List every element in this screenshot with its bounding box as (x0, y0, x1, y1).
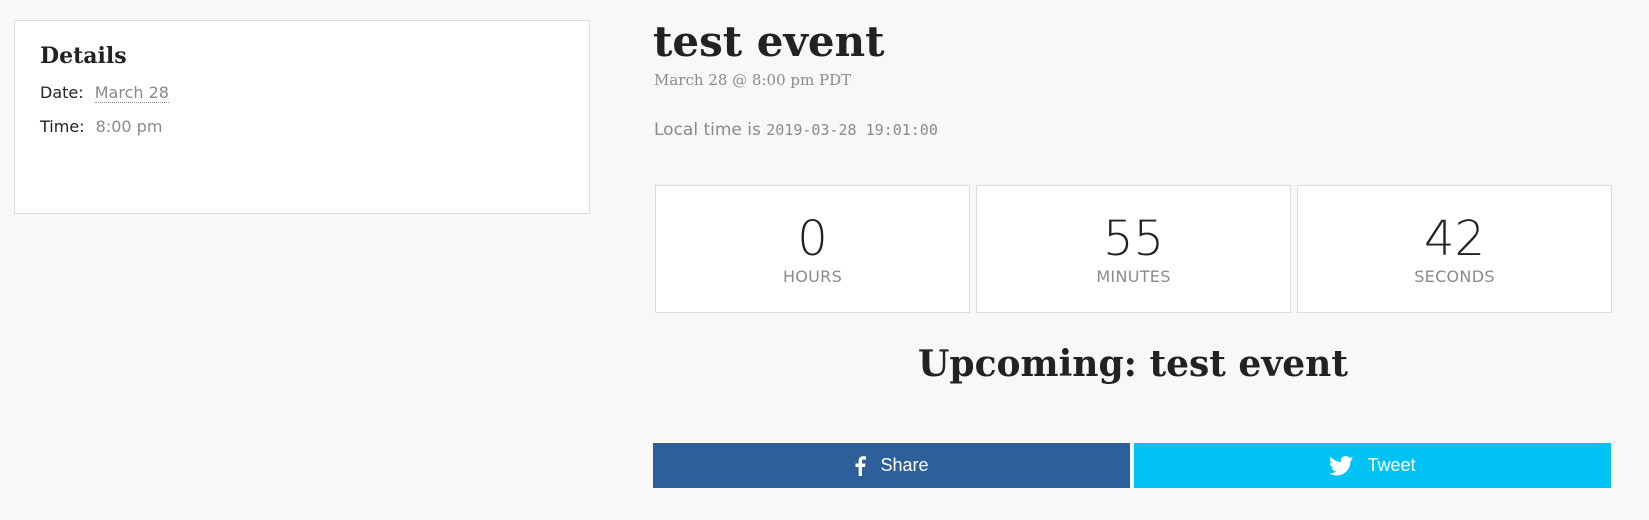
twitter-icon (1329, 455, 1354, 476)
hours-value: 0 (797, 210, 828, 267)
facebook-share-label: Share (880, 455, 929, 475)
event-title: test event (653, 17, 885, 66)
seconds-label: SECONDS (1414, 266, 1495, 286)
facebook-icon (854, 455, 867, 476)
hours-label: HOURS (782, 266, 843, 286)
local-time: Local time is 2019-03-28 19:01:00 (654, 120, 938, 140)
countdown-hours: 0 HOURS (655, 185, 970, 313)
local-time-prefix: Local time is (654, 120, 761, 140)
countdown-seconds: 42 SECONDS (1297, 185, 1612, 313)
twitter-tweet-label: Tweet (1367, 455, 1416, 475)
minutes-label: MINUTES (1096, 266, 1171, 286)
details-card: Details Date: March 28 Time: 8:00 pm (14, 20, 590, 214)
facebook-share-button[interactable]: Share (653, 443, 1130, 488)
seconds-value: 42 (1423, 210, 1486, 267)
time-value: 8:00 pm (95, 117, 163, 137)
time-row: Time: 8:00 pm (40, 117, 564, 137)
date-row: Date: March 28 (40, 83, 564, 104)
date-value: March 28 (94, 83, 169, 104)
twitter-tweet-button[interactable]: Tweet (1134, 443, 1611, 488)
event-datetime: March 28 @ 8:00 pm PDT (654, 71, 852, 89)
countdown-minutes: 55 MINUTES (976, 185, 1291, 313)
date-label: Date: (40, 83, 84, 103)
upcoming-heading: Upcoming: test event (918, 343, 1348, 385)
minutes-value: 55 (1102, 210, 1165, 267)
details-title: Details (40, 43, 127, 69)
time-label: Time: (40, 117, 85, 137)
countdown: 0 HOURS 55 MINUTES 42 SECONDS (655, 185, 1612, 313)
local-time-value: 2019-03-28 19:01:00 (766, 121, 938, 139)
share-buttons: Share Tweet (653, 443, 1611, 488)
